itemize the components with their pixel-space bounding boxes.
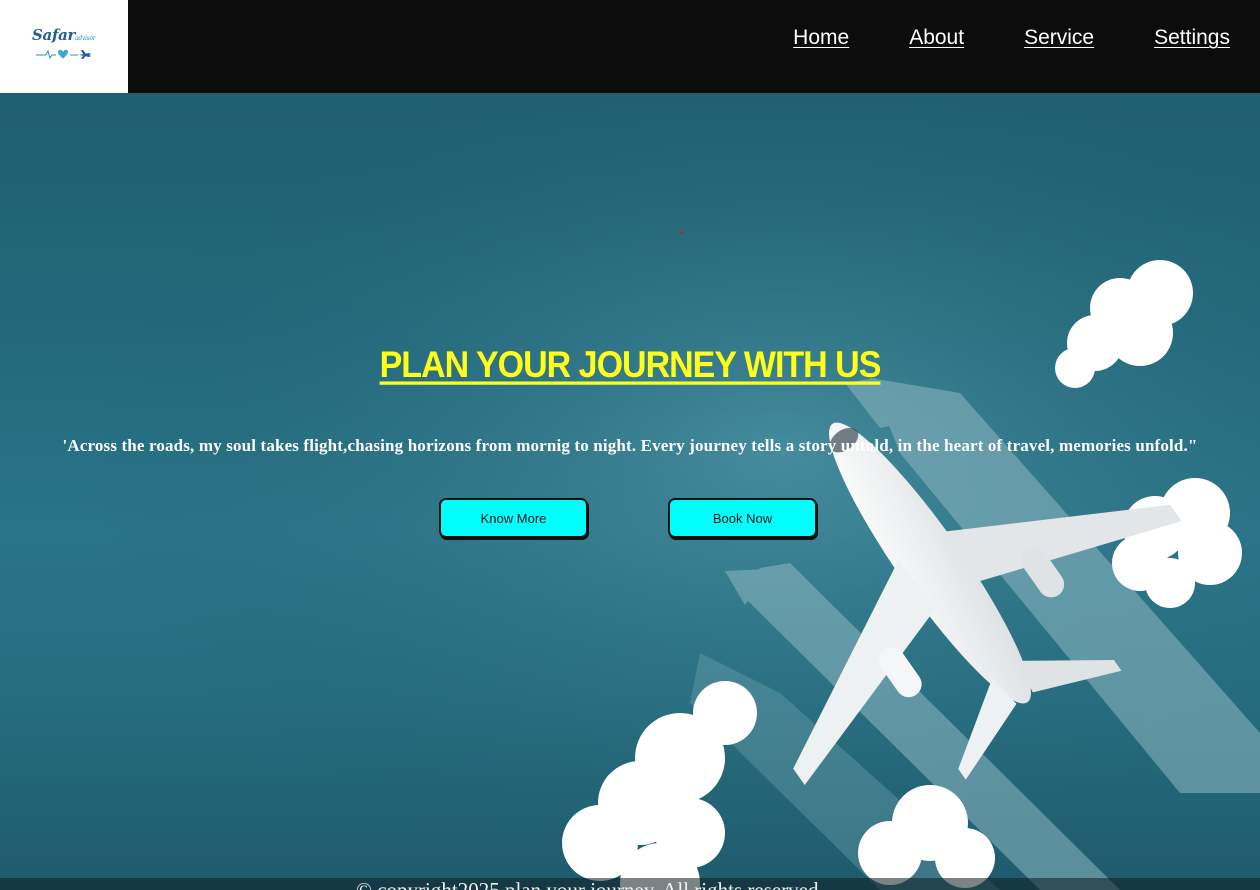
nav-service-link[interactable]: Service [1024,25,1094,51]
nav-settings-link[interactable]: Settings [1154,25,1230,51]
airplane-over-clouds-image [0,93,1260,890]
red-dot [680,231,683,234]
footer-copyright: © copyright2025 plan your journey. All r… [356,878,819,890]
know-more-button[interactable]: Know More [439,498,588,538]
logo-text: Safar [32,26,76,44]
logo[interactable]: Safaradvisor [0,0,128,93]
footer: © copyright2025 plan your journey. All r… [0,878,1260,890]
top-navbar: Safaradvisor Home About Service Settings [0,0,1260,93]
hero-title: PLAN YOUR JOURNEY WITH US [0,344,1260,386]
main-nav: Home About Service Settings [793,25,1230,51]
logo-wordmark: Safaradvisor [32,26,96,44]
nav-about-link[interactable]: About [909,25,964,51]
logo-subtext: advisor [75,35,96,42]
book-now-button[interactable]: Book Now [668,498,817,538]
hero-title-text: PLAN YOUR JOURNEY WITH US [379,344,882,386]
heartbeat-plane-icon [36,49,91,60]
nav-home-link[interactable]: Home [793,25,849,51]
hero-section: PLAN YOUR JOURNEY WITH US 'Across the ro… [0,93,1260,890]
hero-quote: 'Across the roads, my soul takes flight,… [62,436,1198,455]
